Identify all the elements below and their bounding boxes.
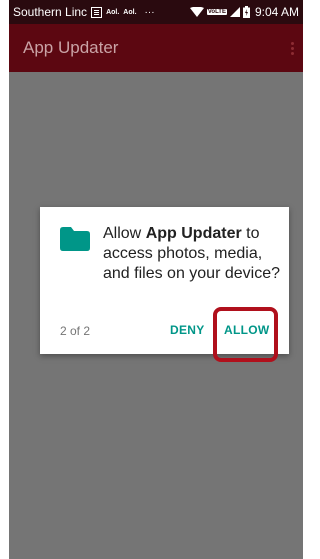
app-name: App Updater <box>145 225 242 242</box>
aol-notification-1: Aol. <box>106 8 120 16</box>
allow-button[interactable]: ALLOW <box>224 323 270 337</box>
deny-button[interactable]: DENY <box>170 323 205 337</box>
app-title: App Updater <box>23 38 119 57</box>
battery-icon <box>242 6 250 18</box>
more-notifications-icon: ··· <box>144 6 155 18</box>
clock: 9:04 AM <box>254 5 299 19</box>
wifi-icon <box>189 7 204 17</box>
app-toolbar: App Updater <box>9 24 303 72</box>
permission-message: Allow App Updater to access photos, medi… <box>103 224 281 284</box>
notification-icon <box>91 6 103 18</box>
aol-notification-2: Aol. <box>123 8 137 16</box>
phone-screen: Southern Linc Aol. Aol. ··· VoLTE 9:04 A… <box>9 0 303 559</box>
signal-icon <box>229 7 240 17</box>
volte-icon: VoLTE <box>206 9 227 15</box>
status-icons: VoLTE 9:04 AM <box>189 5 299 19</box>
message-prefix: Allow <box>103 225 146 242</box>
status-bar: Southern Linc Aol. Aol. ··· VoLTE 9:04 A… <box>9 0 303 24</box>
permission-counter: 2 of 2 <box>60 324 91 338</box>
folder-icon <box>60 227 90 251</box>
permission-dialog: Allow App Updater to access photos, medi… <box>40 207 289 362</box>
overflow-menu-icon[interactable] <box>287 41 297 55</box>
carrier-name: Southern Linc <box>13 5 88 19</box>
